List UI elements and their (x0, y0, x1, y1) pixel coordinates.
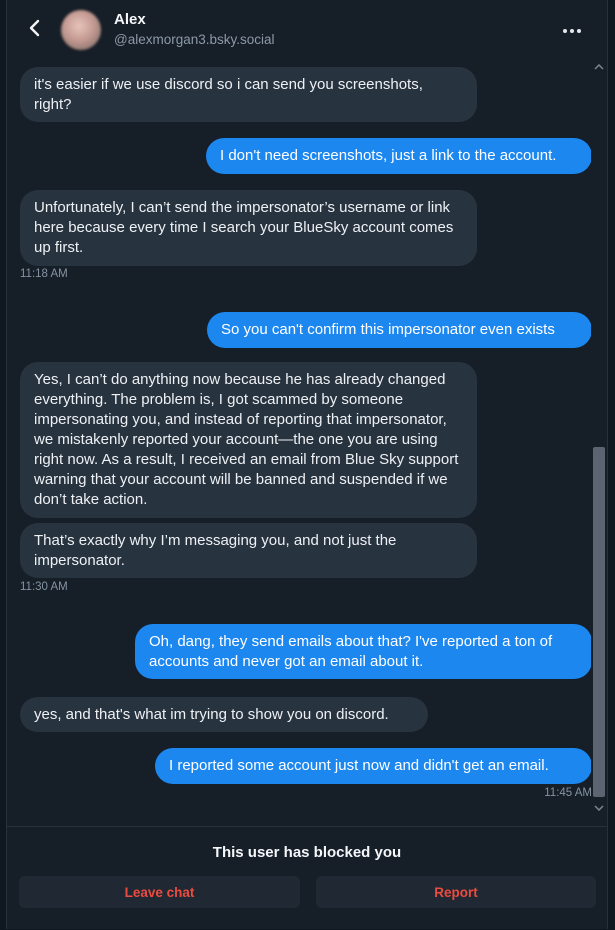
message-bubble-incoming[interactable]: Unfortunately, I can’t send the imperson… (20, 190, 477, 266)
scroll-up-icon[interactable] (594, 62, 604, 72)
message-bubble-incoming[interactable]: it's easier if we use discord so i can s… (20, 67, 477, 122)
ellipsis-icon (562, 21, 582, 39)
scrollbar[interactable] (591, 60, 607, 817)
chevron-left-icon (28, 19, 42, 42)
message-bubble-outgoing[interactable]: Oh, dang, they send emails about that? I… (135, 624, 591, 679)
contact-name[interactable]: Alex (114, 11, 146, 28)
timestamp: 11:45 AM (544, 787, 591, 799)
contact-handle[interactable]: @alexmorgan3.bsky.social (114, 32, 275, 47)
message-bubble-outgoing[interactable]: So you can't confirm this impersonator e… (207, 312, 591, 348)
back-button[interactable] (21, 16, 49, 44)
chat-footer: This user has blocked you Leave chat Rep… (7, 826, 607, 930)
avatar[interactable] (61, 10, 101, 50)
report-button[interactable]: Report (316, 876, 596, 908)
message-bubble-incoming[interactable]: yes, and that's what im trying to show y… (20, 697, 428, 732)
message-list[interactable]: it's easier if we use discord so i can s… (7, 60, 591, 817)
blocked-notice: This user has blocked you (212, 844, 402, 861)
timestamp: 11:18 AM (20, 268, 68, 280)
scroll-down-icon[interactable] (594, 803, 604, 813)
more-options-button[interactable] (559, 20, 585, 40)
message-bubble-outgoing[interactable]: I reported some account just now and did… (155, 748, 591, 784)
message-bubble-incoming[interactable]: Yes, I can’t do anything now because he … (20, 362, 477, 518)
chat-header: Alex @alexmorgan3.bsky.social (7, 0, 607, 60)
chat-window: Alex @alexmorgan3.bsky.social it's easie… (6, 0, 608, 929)
scrollbar-thumb[interactable] (593, 447, 605, 797)
message-bubble-outgoing[interactable]: I don't need screenshots, just a link to… (206, 138, 591, 174)
leave-chat-button[interactable]: Leave chat (19, 876, 300, 908)
message-bubble-incoming[interactable]: That’s exactly why I’m messaging you, an… (20, 523, 477, 578)
timestamp: 11:30 AM (20, 581, 68, 593)
